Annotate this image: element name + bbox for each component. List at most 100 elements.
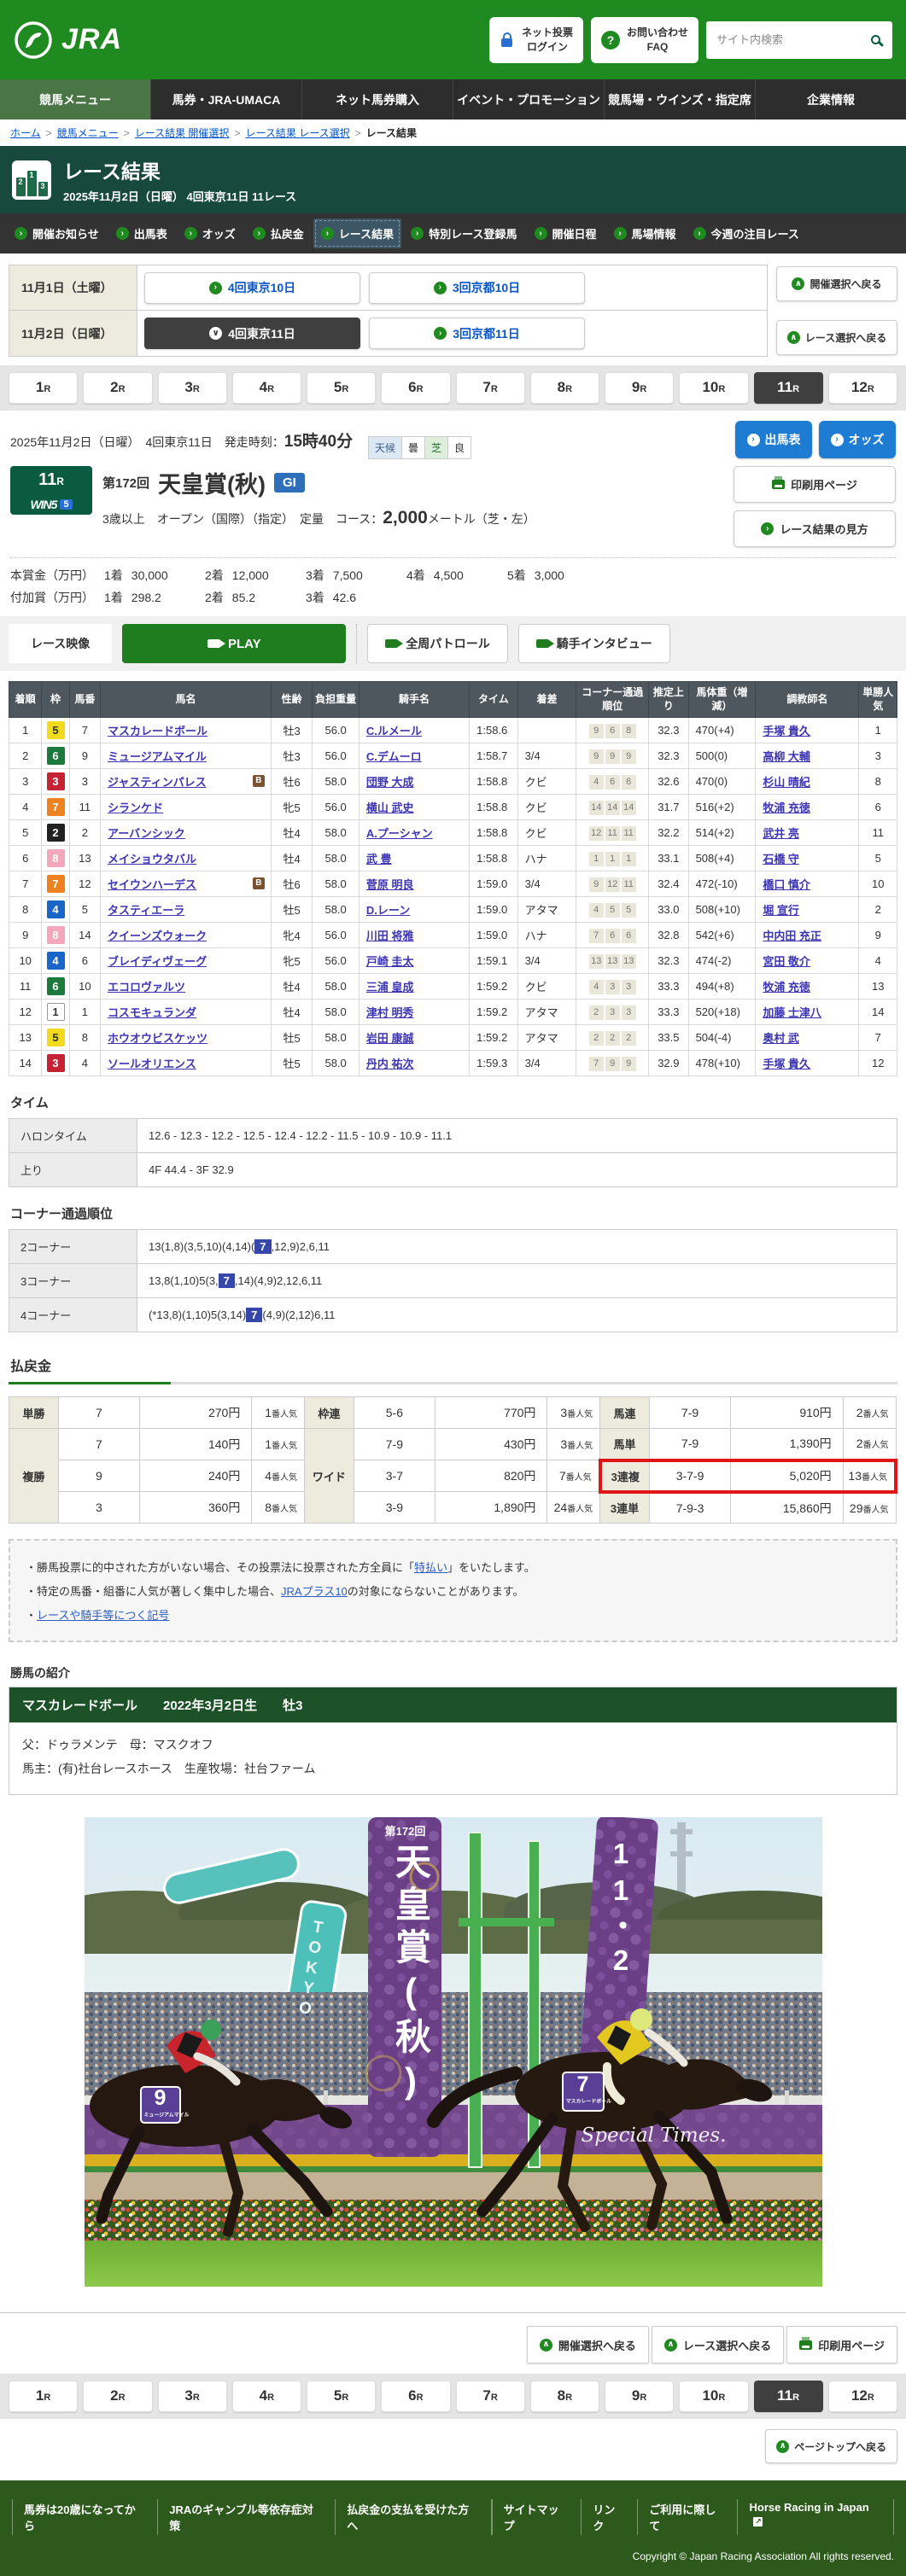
subnav-item-1[interactable]: ›出馬表 [108, 219, 175, 248]
nav-item-2[interactable]: ネット馬券購入 [301, 79, 453, 119]
breadcrumb-link-1[interactable]: 競馬メニュー [57, 127, 119, 139]
back-to-kaisai-button-top[interactable]: ∧開催選択へ戻る [776, 266, 897, 301]
footer-right-link-3[interactable]: Horse Racing in Japan↗ [737, 2499, 894, 2535]
horse-link[interactable]: ソールオリエンス [108, 1058, 196, 1070]
subnav-item-6[interactable]: ›開催日程 [527, 219, 605, 248]
play-button[interactable]: PLAY [122, 624, 346, 663]
horse-link[interactable]: マスカレードボール [108, 725, 208, 737]
trainer-link[interactable]: 宮田 敬介 [763, 955, 810, 968]
horse-link[interactable]: アーバンシック [108, 827, 185, 840]
horse-link[interactable]: クイーンズウォーク [108, 930, 207, 942]
venue-button[interactable]: ›4回東京10日 [144, 272, 360, 304]
subnav-item-2[interactable]: ›オッズ [177, 219, 243, 248]
back-to-race-select-button-top[interactable]: ∧レース選択へ戻る [776, 320, 897, 355]
trainer-link[interactable]: 橋口 慎介 [763, 878, 810, 891]
back-to-race-select-button[interactable]: ∧レース選択へ戻る [652, 2326, 784, 2363]
race-tab-3r[interactable]: 3R [158, 372, 227, 404]
nav-item-3[interactable]: イベント・プロモーション [453, 79, 604, 119]
horse-link[interactable]: コスモキュランダ [108, 1006, 196, 1019]
print-page-button[interactable]: 印刷用ページ [734, 466, 896, 503]
horse-link[interactable]: シランケド [108, 801, 163, 814]
trainer-link[interactable]: 中内田 充正 [763, 930, 821, 942]
race-tab-10r[interactable]: 10R [679, 2381, 748, 2412]
footer-right-link-1[interactable]: リンク [581, 2499, 637, 2535]
horse-link[interactable]: ホウオウビスケッツ [108, 1032, 208, 1045]
footer-left-link-2[interactable]: 払戻金の支払を受けた方へ [335, 2499, 491, 2535]
breadcrumb-link-2[interactable]: レース結果 開催選択 [135, 127, 230, 139]
venue-button[interactable]: ›3回京都10日 [369, 272, 585, 304]
horse-link[interactable]: タスティエーラ [108, 904, 184, 917]
footer-right-link-0[interactable]: サイトマップ [492, 2499, 582, 2535]
race-tab-4r[interactable]: 4R [232, 372, 301, 404]
jockey-interview-button[interactable]: 騎手インタビュー [518, 624, 670, 663]
trainer-link[interactable]: 堀 宣行 [763, 904, 799, 917]
odds-button[interactable]: ›オッズ [819, 421, 896, 458]
footer-right-link-2[interactable]: ご利用に際して [637, 2499, 737, 2535]
jockey-link[interactable]: 川田 将雅 [366, 930, 414, 942]
venue-button[interactable]: ›3回京都11日 [369, 318, 585, 349]
subnav-item-3[interactable]: ›払戻金 [245, 219, 312, 248]
jockey-link[interactable]: 岩田 康誠 [366, 1032, 414, 1045]
jockey-link[interactable]: 武 豊 [366, 853, 392, 865]
note-link[interactable]: レースや騎手等につく記号 [37, 1609, 169, 1622]
jockey-link[interactable]: 横山 武史 [366, 801, 414, 814]
subnav-item-8[interactable]: ›今週の注目レース [686, 219, 807, 248]
race-tab-7r[interactable]: 7R [456, 372, 525, 404]
jockey-link[interactable]: 津村 明秀 [366, 1006, 414, 1019]
race-tab-6r[interactable]: 6R [381, 2381, 450, 2412]
horse-link[interactable]: メイショウタバル [108, 853, 196, 865]
back-to-kaisai-button[interactable]: ∧開催選択へ戻る [527, 2326, 649, 2363]
nav-item-0[interactable]: 競馬メニュー [0, 79, 150, 119]
race-tab-8r[interactable]: 8R [530, 2381, 599, 2412]
jockey-link[interactable]: 菅原 明良 [366, 878, 414, 891]
horse-link[interactable]: ミュージアムマイル [108, 750, 207, 763]
race-tab-11r[interactable]: 11R [754, 372, 823, 404]
footer-left-link-0[interactable]: 馬券は20歳になってから [12, 2499, 157, 2535]
faq-button[interactable]: ? お問い合わせFAQ [591, 17, 698, 63]
jockey-link[interactable]: C.デムーロ [366, 750, 422, 763]
trainer-link[interactable]: 武井 亮 [763, 827, 799, 840]
race-tab-7r[interactable]: 7R [456, 2381, 525, 2412]
trainer-link[interactable]: 加藤 士津八 [763, 1006, 821, 1019]
race-tab-4r[interactable]: 4R [232, 2381, 301, 2412]
nav-item-1[interactable]: 馬券・JRA-UMACA [150, 79, 301, 119]
breadcrumb-link-0[interactable]: ホーム [10, 127, 41, 139]
trainer-link[interactable]: 高柳 大輔 [763, 750, 810, 763]
shutsuba-button[interactable]: ›出馬表 [735, 421, 812, 458]
horse-link[interactable]: セイウンハーデス [108, 878, 196, 891]
horse-link[interactable]: エコロヴァルツ [108, 981, 185, 994]
nav-item-5[interactable]: 企業情報 [755, 79, 906, 119]
race-tab-1r[interactable]: 1R [9, 2381, 78, 2412]
race-tab-2r[interactable]: 2R [83, 2381, 152, 2412]
page-top-button[interactable]: ∧ページトップへ戻る [765, 2429, 897, 2463]
jockey-link[interactable]: 戸崎 圭太 [366, 955, 414, 968]
race-tab-1r[interactable]: 1R [9, 372, 78, 404]
race-tab-2r[interactable]: 2R [83, 372, 152, 404]
note-link[interactable]: JRAプラス10 [281, 1585, 348, 1598]
horse-link[interactable]: ブレイディヴェーグ [108, 955, 207, 968]
note-link[interactable]: 特払い [414, 1561, 447, 1574]
trainer-link[interactable]: 奥村 武 [763, 1032, 799, 1045]
jockey-link[interactable]: A.プーシャン [366, 827, 433, 840]
net-voting-login-button[interactable]: ネット投票ログイン [489, 17, 583, 63]
race-tab-9r[interactable]: 9R [605, 2381, 674, 2412]
race-tab-5r[interactable]: 5R [307, 372, 376, 404]
trainer-link[interactable]: 手塚 貴久 [763, 1058, 810, 1070]
race-tab-5r[interactable]: 5R [307, 2381, 376, 2412]
patrol-video-button[interactable]: 全周パトロール [367, 624, 507, 663]
race-tab-12r[interactable]: 12R [828, 2381, 897, 2412]
jockey-link[interactable]: D.レーン [366, 904, 410, 917]
venue-button[interactable]: ∨4回東京11日 [144, 318, 360, 349]
race-tab-11r[interactable]: 11R [754, 2381, 823, 2412]
race-tab-10r[interactable]: 10R [679, 372, 748, 404]
race-tab-3r[interactable]: 3R [158, 2381, 227, 2412]
subnav-item-4[interactable]: ›レース結果 [313, 219, 401, 248]
race-tab-12r[interactable]: 12R [828, 372, 897, 404]
print-page-button-bottom[interactable]: 印刷用ページ [786, 2326, 897, 2363]
nav-item-4[interactable]: 競馬場・ウインズ・指定席 [604, 79, 755, 119]
subnav-item-5[interactable]: ›特別レース登録馬 [403, 219, 524, 248]
race-tab-9r[interactable]: 9R [605, 372, 674, 404]
race-tab-8r[interactable]: 8R [530, 372, 599, 404]
jockey-link[interactable]: 丹内 祐次 [366, 1058, 414, 1070]
trainer-link[interactable]: 石橋 守 [763, 853, 799, 865]
